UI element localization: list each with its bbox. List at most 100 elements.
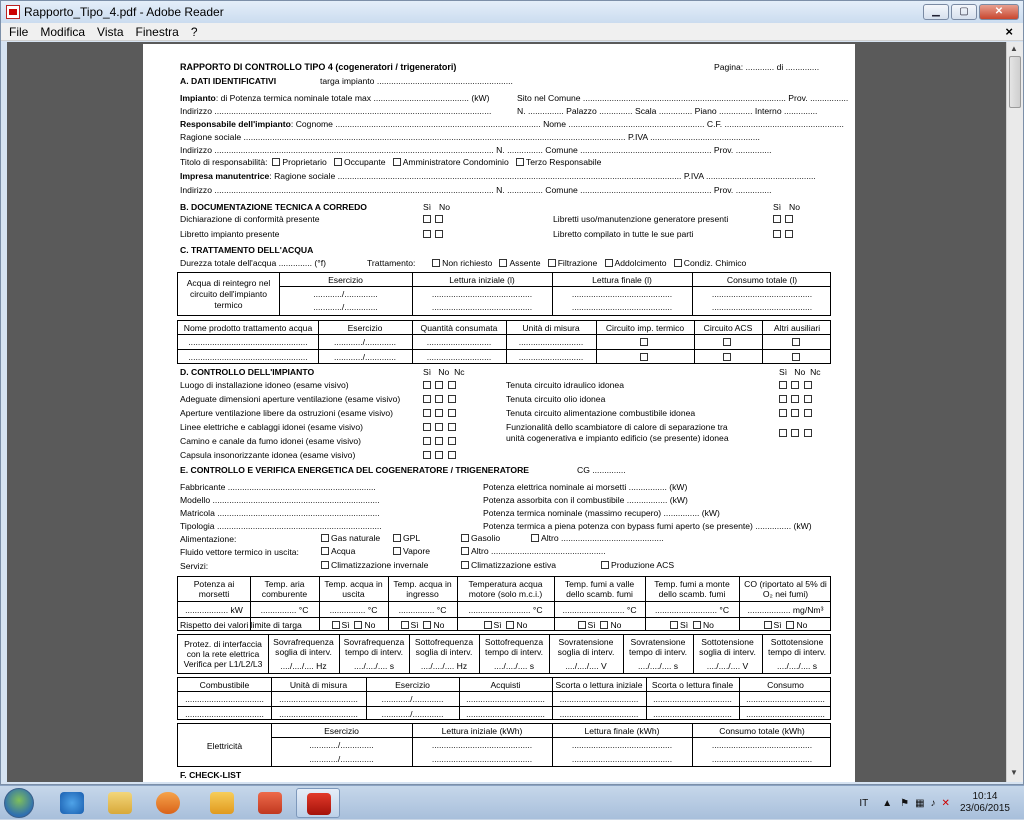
table-cell[interactable]: .................................	[552, 694, 646, 704]
checkbox[interactable]	[423, 381, 431, 389]
checkbox[interactable]	[779, 381, 787, 389]
table-cell[interactable]: ........................................…	[412, 754, 552, 764]
table-cell[interactable]: ........................................…	[178, 337, 318, 347]
checkbox[interactable]	[447, 395, 456, 403]
network-icon[interactable]: ▦	[915, 798, 924, 809]
table-cell[interactable]: ............/.............	[318, 337, 412, 347]
checkbox[interactable]	[600, 621, 609, 629]
table-cell[interactable]: ..../..../.... s	[339, 661, 409, 671]
checkbox[interactable]	[321, 547, 329, 555]
checkbox[interactable]	[423, 215, 431, 223]
taskbar-outlook[interactable]	[200, 788, 244, 818]
start-button[interactable]	[4, 788, 34, 818]
checkbox[interactable]	[423, 423, 431, 431]
network-disconnected-icon[interactable]: ✕	[942, 798, 950, 809]
checkbox[interactable]	[803, 429, 812, 437]
checkbox[interactable]	[499, 259, 508, 267]
document-viewport[interactable]: RAPPORTO DI CONTROLLO TIPO 4 (cogenerato…	[7, 42, 1006, 782]
checkbox[interactable]	[640, 338, 648, 346]
checkbox[interactable]	[785, 230, 794, 238]
menu-file[interactable]: File	[9, 25, 28, 39]
checkbox[interactable]	[432, 259, 441, 267]
table-cell[interactable]: ........................................…	[412, 302, 552, 312]
checkbox[interactable]	[792, 353, 800, 361]
checkbox[interactable]	[447, 409, 456, 417]
table-cell[interactable]: .................................	[271, 709, 366, 719]
table-cell[interactable]: ........................................…	[692, 289, 832, 299]
document-close-icon[interactable]: ×	[1005, 24, 1013, 39]
checkbox[interactable]	[354, 621, 363, 629]
checkbox[interactable]	[447, 451, 456, 459]
table-cell[interactable]: ..../..../.... V	[549, 661, 623, 671]
table-cell[interactable]: .......................... °C	[645, 605, 739, 615]
scroll-up-icon[interactable]: ▲	[1010, 44, 1018, 53]
checkbox[interactable]	[785, 215, 794, 223]
taskbar-adobe-reader[interactable]	[296, 788, 340, 818]
table-cell[interactable]: ............... °C	[250, 605, 319, 615]
checkbox[interactable]	[447, 437, 456, 445]
clock[interactable]: 10:14 23/06/2015	[960, 791, 1010, 815]
checkbox[interactable]	[531, 534, 539, 542]
checkbox[interactable]	[723, 353, 731, 361]
checkbox[interactable]	[773, 230, 781, 238]
checkbox[interactable]	[435, 423, 444, 431]
checkbox[interactable]	[792, 338, 800, 346]
menu-vista[interactable]: Vista	[97, 25, 123, 39]
checkbox[interactable]	[447, 381, 456, 389]
checkbox[interactable]	[423, 409, 431, 417]
checkbox[interactable]	[321, 561, 329, 569]
table-cell[interactable]: ........................................…	[692, 740, 832, 750]
table-cell[interactable]: .................. mg/Nm³	[739, 605, 832, 615]
checkbox[interactable]	[331, 621, 340, 629]
table-cell[interactable]: ..../..../.... s	[762, 661, 832, 671]
checkbox[interactable]	[763, 621, 772, 629]
checkbox[interactable]	[423, 437, 431, 445]
checkbox[interactable]	[393, 547, 401, 555]
table-cell[interactable]: ............/.............	[318, 352, 412, 362]
taskbar-ie[interactable]	[50, 788, 94, 818]
table-cell[interactable]: ............/..............	[279, 302, 412, 312]
volume-icon[interactable]: ♪	[931, 798, 936, 809]
menu-help[interactable]: ?	[191, 25, 198, 39]
menu-modifica[interactable]: Modifica	[40, 25, 85, 39]
table-cell[interactable]: ........................................…	[178, 352, 318, 362]
table-cell[interactable]: .................. kW	[178, 605, 250, 615]
checkbox[interactable]	[670, 621, 679, 629]
checkbox[interactable]	[392, 158, 401, 166]
table-cell[interactable]: .................................	[739, 709, 832, 719]
vertical-scrollbar[interactable]: ▲ ▼	[1006, 42, 1023, 782]
table-cell[interactable]: ............/..............	[271, 740, 412, 750]
table-cell[interactable]: ..../..../.... Hz	[268, 661, 339, 671]
checkbox[interactable]	[435, 451, 444, 459]
table-cell[interactable]: .................................	[459, 694, 552, 704]
language-indicator[interactable]: IT	[859, 798, 868, 809]
table-cell[interactable]: .................................	[646, 709, 739, 719]
title-bar[interactable]: Rapporto_Tipo_4.pdf - Adobe Reader ▁ ▢ ✕	[1, 1, 1023, 23]
checkbox[interactable]	[393, 534, 401, 542]
table-cell[interactable]: ........................................…	[412, 740, 552, 750]
checkbox[interactable]	[791, 395, 800, 403]
checkbox[interactable]	[423, 395, 431, 403]
table-cell[interactable]: ........................................…	[692, 754, 832, 764]
table-cell[interactable]: ........................................…	[692, 302, 832, 312]
table-cell[interactable]: ............/.............	[366, 694, 459, 704]
checkbox[interactable]	[483, 621, 492, 629]
table-cell[interactable]: ............/..............	[279, 289, 412, 299]
checkbox[interactable]	[423, 230, 431, 238]
checkbox[interactable]	[400, 621, 409, 629]
table-cell[interactable]: .................................	[552, 709, 646, 719]
table-cell[interactable]: ........................................…	[552, 740, 692, 750]
table-cell[interactable]: ..../..../.... V	[693, 661, 762, 671]
scroll-thumb[interactable]	[1009, 56, 1021, 108]
checkbox[interactable]	[435, 230, 444, 238]
close-button[interactable]: ✕	[979, 4, 1019, 20]
table-cell[interactable]: .................................	[178, 694, 271, 704]
checkbox[interactable]	[803, 409, 812, 417]
table-cell[interactable]: ..../..../.... Hz	[409, 661, 479, 671]
maximize-button[interactable]: ▢	[951, 4, 977, 20]
table-cell[interactable]: ..../..../.... s	[623, 661, 693, 671]
menu-finestra[interactable]: Finestra	[136, 25, 179, 39]
checkbox[interactable]	[333, 158, 342, 166]
table-cell[interactable]: ............/..............	[271, 754, 412, 764]
table-cell[interactable]: .................................	[271, 694, 366, 704]
